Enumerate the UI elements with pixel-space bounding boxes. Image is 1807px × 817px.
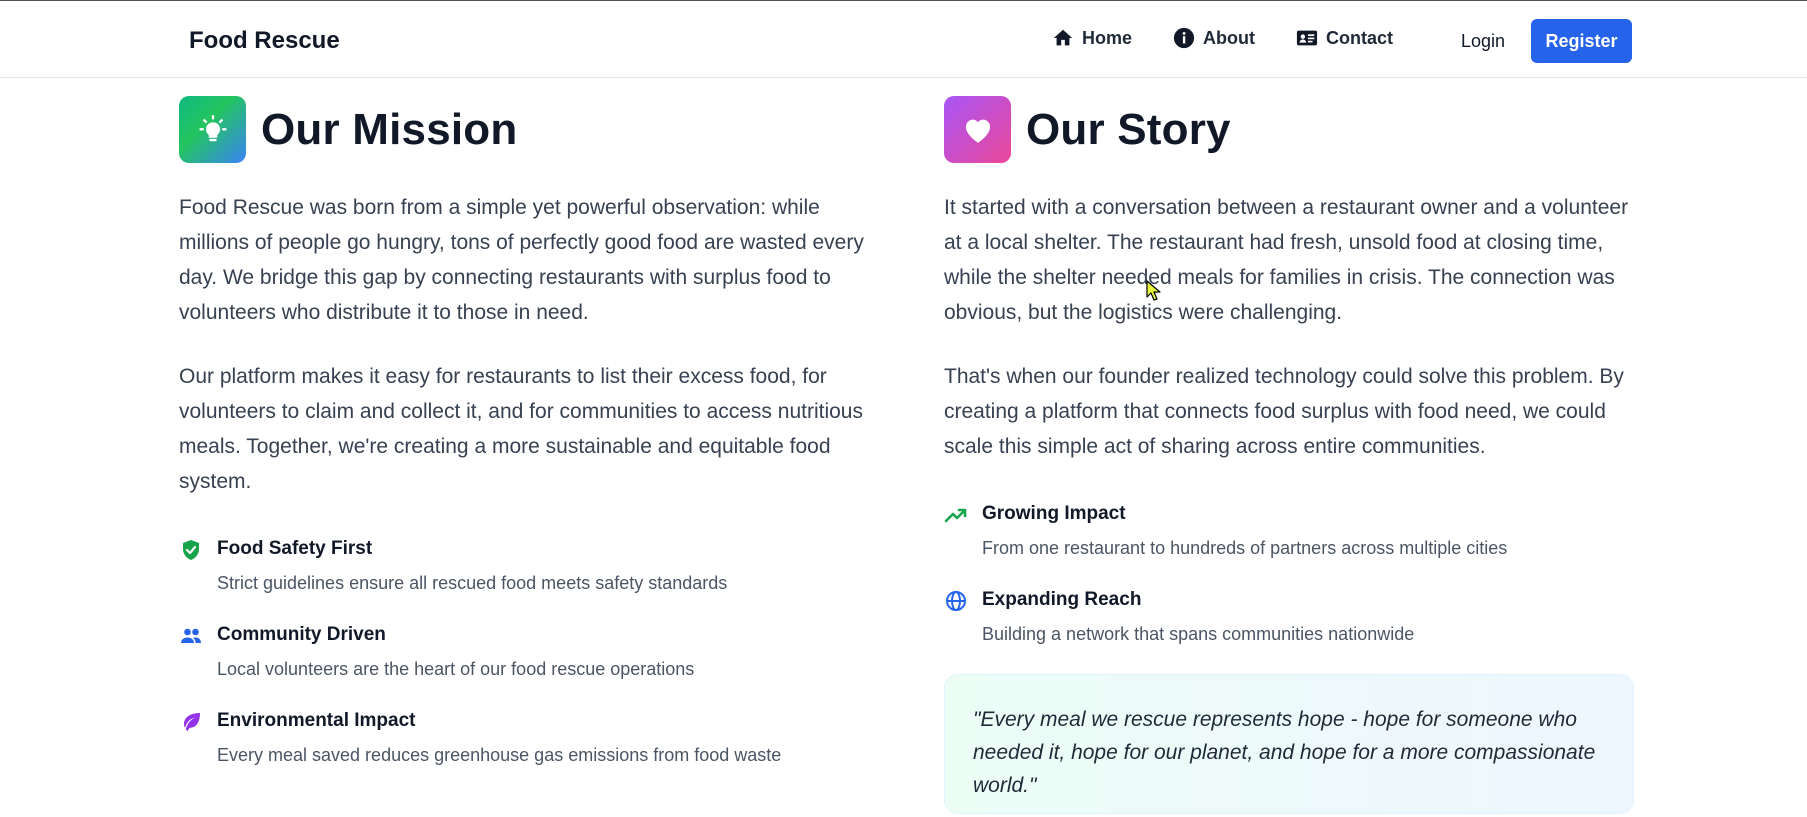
nav-home-link[interactable]: Home (1052, 27, 1132, 49)
mission-title: Our Mission (261, 104, 518, 154)
trending-up-icon (944, 508, 967, 523)
nav-about-label: About (1203, 27, 1255, 48)
story-features-list: Growing Impact From one restaurant to hu… (944, 500, 1634, 648)
mission-paragraph-2: Our platform makes it easy for restauran… (179, 365, 863, 493)
globe-icon (946, 591, 966, 611)
story-paragraph-1: It started with a conversation between a… (944, 196, 1629, 324)
info-circle-icon (1173, 27, 1195, 49)
feature-title: Growing Impact (982, 503, 1126, 524)
nav-about-link[interactable]: About (1173, 27, 1255, 49)
mission-heading-row: Our Mission (179, 96, 869, 163)
mission-section: Our Mission Food Rescue was born from a … (179, 96, 869, 793)
feature-environmental-impact: Environmental Impact Every meal saved re… (179, 707, 869, 769)
mission-features-list: Food Safety First Strict guidelines ensu… (179, 535, 869, 769)
feature-title: Environmental Impact (217, 710, 416, 731)
nav-home-label: Home (1082, 27, 1133, 48)
mouse-cursor-icon (1146, 280, 1161, 301)
feature-description: Every meal saved reduces greenhouse gas … (217, 745, 782, 765)
story-section: Our Story It started with a conversation… (944, 96, 1634, 814)
feature-title: Community Driven (217, 624, 386, 645)
brand-logo-text[interactable]: Food Rescue (189, 27, 340, 55)
feature-title: Expanding Reach (982, 589, 1142, 610)
top-navbar: Food Rescue Home About Contact Login Reg… (0, 0, 1807, 78)
feature-growing-impact: Growing Impact From one restaurant to hu… (944, 500, 1634, 562)
feature-description: From one restaurant to hundreds of partn… (982, 538, 1508, 558)
mission-paragraph-1: Food Rescue was born from a simple yet p… (179, 196, 864, 324)
nav-contact-link[interactable]: Contact (1296, 27, 1393, 49)
feature-community-driven: Community Driven Local volunteers are th… (179, 621, 869, 683)
story-title: Our Story (1026, 104, 1231, 154)
nav-contact-label: Contact (1326, 27, 1393, 48)
heart-icon (965, 119, 990, 143)
mission-icon-badge (179, 96, 246, 163)
story-heading-row: Our Story (944, 96, 1634, 163)
feature-description: Strict guidelines ensure all rescued foo… (217, 573, 728, 593)
feature-expanding-reach: Expanding Reach Building a network that … (944, 586, 1634, 648)
register-button[interactable]: Register (1531, 19, 1632, 63)
shield-check-icon (183, 540, 199, 560)
feature-title: Food Safety First (217, 538, 373, 559)
founder-quote-box: "Every meal we rescue represents hope - … (944, 674, 1634, 814)
feature-food-safety: Food Safety First Strict guidelines ensu… (179, 535, 869, 597)
login-link[interactable]: Login (1461, 31, 1505, 52)
home-icon (1053, 29, 1073, 46)
contact-card-icon (1296, 30, 1318, 46)
lightbulb-icon (199, 114, 226, 141)
story-paragraph-2: That's when our founder realized technol… (944, 365, 1624, 458)
feature-description: Building a network that spans communitie… (982, 624, 1415, 644)
leaf-icon (184, 713, 200, 731)
founder-quote-text: "Every meal we rescue represents hope - … (973, 708, 1596, 797)
story-icon-badge (944, 96, 1011, 163)
users-icon (181, 628, 201, 643)
feature-description: Local volunteers are the heart of our fo… (217, 659, 695, 679)
